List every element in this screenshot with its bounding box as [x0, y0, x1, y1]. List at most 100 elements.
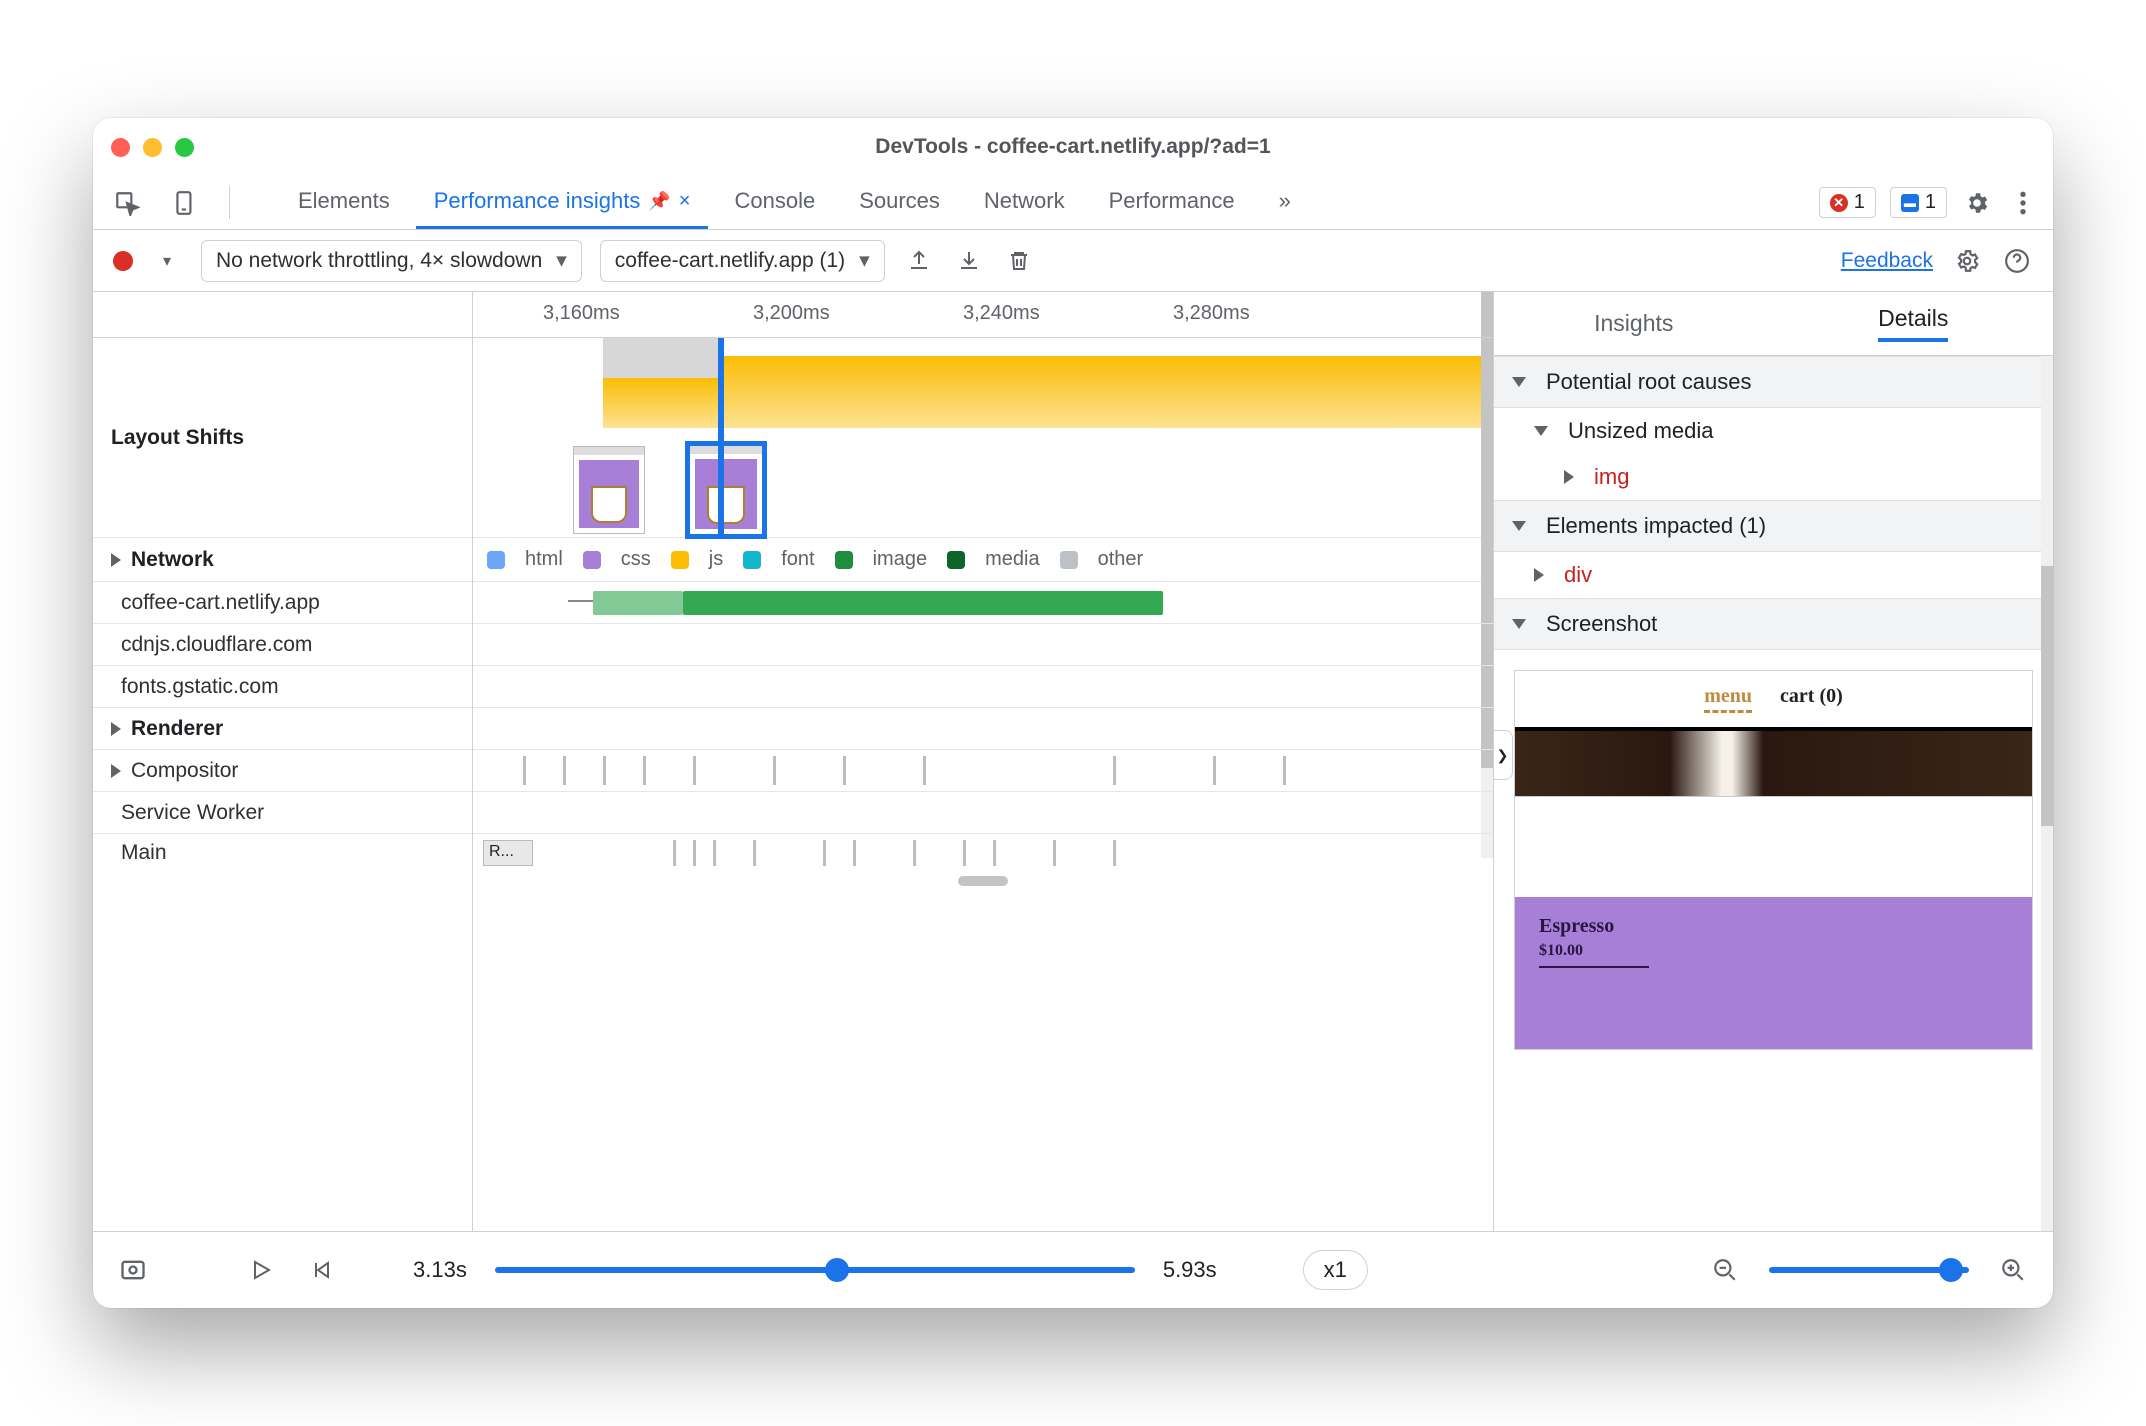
record-button[interactable] [113, 251, 133, 271]
expand-icon [1564, 470, 1574, 484]
panel-settings-icon[interactable] [1951, 245, 1983, 277]
legend-swatch-image [835, 551, 853, 569]
settings-icon[interactable] [1961, 187, 1993, 219]
inspect-element-icon[interactable] [107, 176, 147, 229]
play-button[interactable] [245, 1254, 277, 1286]
chevron-right-icon: ❯ [1497, 747, 1509, 764]
layout-shifts-track[interactable] [473, 338, 1493, 538]
insights-tab[interactable]: Insights [1494, 292, 1774, 355]
layout-shift-thumb-selected[interactable] [685, 441, 767, 539]
legend-swatch-html [487, 551, 505, 569]
screenshot-preview: menu cart (0) Espresso $10.00 [1514, 670, 2033, 1050]
unsized-media-row[interactable]: Unsized media [1494, 408, 2053, 454]
service-worker-track[interactable] [473, 792, 1493, 834]
legend-swatch-css [583, 551, 601, 569]
more-tabs-button[interactable]: » [1261, 176, 1309, 229]
tabbar-right: ✕1 ▬1 [1819, 176, 2039, 229]
tab-performance-insights[interactable]: Performance insights 📌 × [416, 176, 709, 229]
main-task[interactable]: R... [483, 840, 533, 866]
delete-icon[interactable] [1003, 245, 1035, 277]
layout-shifts-lane-label: Layout Shifts [93, 338, 472, 538]
main-lane-label[interactable]: Main [93, 834, 472, 872]
screenshot-section[interactable]: Screenshot [1494, 598, 2053, 650]
feedback-link[interactable]: Feedback [1841, 249, 1933, 273]
network-host-row[interactable]: fonts.gstatic.com [93, 666, 472, 708]
network-lane-label[interactable]: Network [93, 538, 472, 582]
close-window-button[interactable] [111, 138, 130, 157]
slider-knob[interactable] [1939, 1258, 1963, 1282]
tab-network[interactable]: Network [966, 176, 1083, 229]
maximize-window-button[interactable] [175, 138, 194, 157]
timeline-column: 3,160ms 3,200ms 3,240ms 3,280ms html css… [473, 292, 1493, 1231]
chevron-down-icon [1534, 426, 1548, 436]
legend-swatch-other [1060, 551, 1078, 569]
target-select[interactable]: coffee-cart.netlify.app (1) ▾ [600, 240, 885, 282]
record-menu-chevron[interactable]: ▾ [151, 245, 183, 277]
network-request-bar[interactable] [593, 591, 683, 615]
details-panel: ❯ Insights Details Potential root causes… [1493, 292, 2053, 1231]
renderer-track[interactable] [473, 708, 1493, 750]
import-icon[interactable] [953, 245, 985, 277]
details-tab[interactable]: Details [1774, 292, 2054, 355]
compositor-track[interactable] [473, 750, 1493, 792]
network-host-row[interactable]: cdnjs.cloudflare.com [93, 624, 472, 666]
network-legend: html css js font image media other [473, 538, 1493, 582]
zoom-in-button[interactable] [1997, 1254, 2029, 1286]
tab-elements[interactable]: Elements [280, 176, 408, 229]
network-track[interactable] [473, 582, 1493, 624]
network-track[interactable] [473, 666, 1493, 708]
export-icon[interactable] [903, 245, 935, 277]
renderer-lane-label[interactable]: Renderer [93, 708, 472, 750]
expand-icon [111, 722, 121, 736]
throttle-select[interactable]: No network throttling, 4× slowdown ▾ [201, 240, 582, 282]
slider-knob[interactable] [825, 1258, 849, 1282]
layout-shift-thumb[interactable] [573, 446, 645, 534]
zoom-slider[interactable] [1769, 1267, 1969, 1273]
img-element-row[interactable]: img [1494, 454, 2053, 500]
root-causes-section[interactable]: Potential root causes [1494, 356, 2053, 408]
kebab-menu-icon[interactable] [2007, 187, 2039, 219]
speed-chip[interactable]: x1 [1303, 1250, 1368, 1290]
network-host-row[interactable]: coffee-cart.netlify.app [93, 582, 472, 624]
time-ruler[interactable]: 3,160ms 3,200ms 3,240ms 3,280ms [473, 292, 1493, 338]
time-slider[interactable] [495, 1267, 1135, 1273]
insights-toolbar: ▾ No network throttling, 4× slowdown ▾ c… [93, 230, 2053, 292]
panel-tabbar: Elements Performance insights 📌 × Consol… [93, 176, 2053, 230]
tab-console[interactable]: Console [716, 176, 833, 229]
time-end: 5.93s [1163, 1257, 1217, 1283]
tab-sources[interactable]: Sources [841, 176, 958, 229]
playhead[interactable] [718, 338, 724, 538]
skip-back-button[interactable] [305, 1254, 337, 1286]
div-element-row[interactable]: div [1494, 552, 2053, 598]
preview-cart-link: cart (0) [1780, 685, 1843, 713]
details-scrollbar[interactable] [2041, 566, 2053, 826]
service-worker-lane-label[interactable]: Service Worker [93, 792, 472, 834]
tab-performance[interactable]: Performance [1091, 176, 1253, 229]
help-icon[interactable] [2001, 245, 2033, 277]
horizontal-scrollbar[interactable] [958, 876, 1008, 886]
expand-icon [111, 553, 121, 567]
chevron-down-icon [1512, 619, 1526, 629]
devtools-window: DevTools - coffee-cart.netlify.app/?ad=1… [93, 118, 2053, 1308]
device-toolbar-icon[interactable] [165, 176, 205, 229]
chevron-down-icon [1512, 521, 1526, 531]
expand-icon [111, 764, 121, 778]
minimize-window-button[interactable] [143, 138, 162, 157]
zoom-out-button[interactable] [1709, 1254, 1741, 1286]
preview-toggle-icon[interactable] [117, 1254, 149, 1286]
network-request-bar[interactable] [683, 591, 1163, 615]
ruler-scrollbar[interactable] [1481, 292, 1493, 337]
main-thread-track[interactable]: R... [473, 834, 1493, 872]
close-tab-icon[interactable]: × [679, 190, 691, 213]
pin-icon: 📌 [648, 191, 670, 212]
compositor-lane-label[interactable]: Compositor [93, 750, 472, 792]
chevron-down-icon: ▾ [163, 251, 171, 271]
preview-product-card: Espresso $10.00 [1515, 897, 2032, 1049]
chevron-down-icon: ▾ [556, 248, 567, 273]
elements-impacted-section[interactable]: Elements impacted (1) [1494, 500, 2053, 552]
legend-swatch-js [671, 551, 689, 569]
error-badge[interactable]: ✕1 [1819, 187, 1876, 218]
message-badge[interactable]: ▬1 [1890, 187, 1947, 218]
network-track[interactable] [473, 624, 1493, 666]
collapse-details-button[interactable]: ❯ [1493, 730, 1513, 780]
